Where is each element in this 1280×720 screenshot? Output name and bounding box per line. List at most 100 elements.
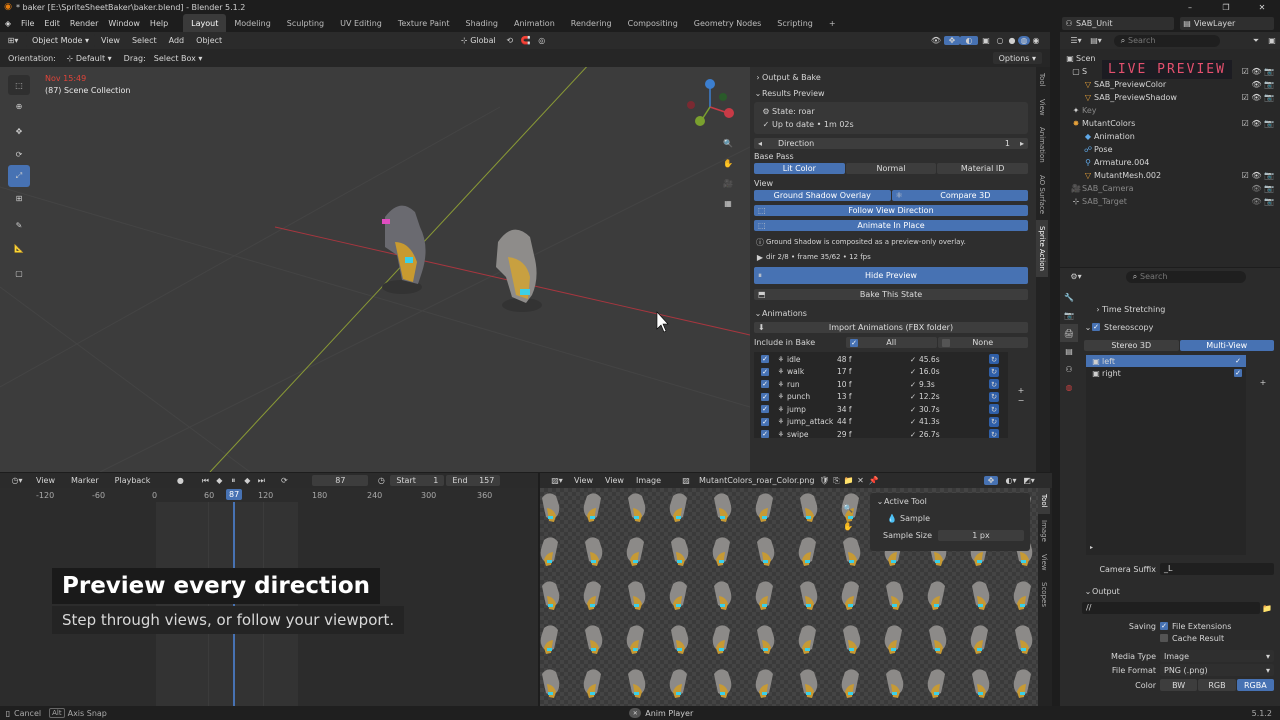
sample-size-field[interactable]: 1 px <box>938 529 1024 541</box>
drag-selector[interactable]: Select Box ▾ <box>150 52 207 64</box>
tree-item[interactable]: 🎥 SAB_Camera 👁 📷 <box>1060 182 1280 195</box>
sync-icon[interactable]: ⟳ <box>276 476 292 485</box>
hide-preview-button[interactable]: ⏸ Hide Preview <box>754 267 1028 284</box>
results-preview-header[interactable]: ⌄ Results Preview <box>750 86 1036 100</box>
mutant-character-preview[interactable] <box>496 229 542 312</box>
refresh-icon[interactable]: ↻ <box>989 391 999 402</box>
workspace-tab-animation[interactable]: Animation <box>506 14 563 32</box>
select-all-button[interactable]: ✓ All <box>846 337 937 348</box>
prev-keyframe-icon[interactable]: ◆ <box>212 476 226 485</box>
scene-selector[interactable]: ⚇ SAB_Unit <box>1062 17 1174 30</box>
tool-tab-icon[interactable]: 🔧 <box>1060 288 1078 306</box>
menu-edit[interactable]: Edit <box>39 19 65 28</box>
3d-viewport[interactable]: Nov 15:49 (87) Scene Collection ⬚ ⊕ ✥ ⟳ … <box>0 67 750 472</box>
timeline-editor-icon[interactable]: ◷▾ <box>6 476 28 485</box>
pause-playback-icon[interactable]: ⏸ <box>226 476 240 486</box>
workspace-tab-modeling[interactable]: Modeling <box>226 14 278 32</box>
list-item[interactable]: ✓ ⚘ punch 13 f ✓ 12.2s ↻ <box>754 391 1008 404</box>
list-item[interactable]: ✓ ⚘ idle 48 f ✓ 45.6s ↻ <box>754 353 1008 366</box>
editor-type-icon[interactable]: ⊞▾ <box>0 36 26 45</box>
close-player-icon[interactable]: ✕ <box>629 708 642 718</box>
next-keyframe-icon[interactable]: ◆ <box>240 476 254 485</box>
add-item-icon[interactable]: + <box>1016 385 1026 395</box>
include-checkbox[interactable]: ✓ <box>761 392 769 401</box>
outliner-editor-icon[interactable]: ☰▾ <box>1066 36 1086 45</box>
folder-icon[interactable]: 📁 <box>1260 604 1274 613</box>
tab-image[interactable]: Image <box>1038 514 1050 548</box>
solid-shading-icon[interactable]: ● <box>1006 36 1018 45</box>
arrow-right-icon[interactable]: ▸ <box>1020 139 1024 148</box>
view-enable-checkbox[interactable]: ✓ <box>1234 369 1242 377</box>
tree-item[interactable]: ▽ SAB_PreviewShadow ☑ 👁 📷 <box>1060 91 1280 104</box>
direction-stepper[interactable]: ◂ Direction 1 ▸ <box>754 138 1028 149</box>
list-item[interactable]: ✓ ⚘ jump_attack 44 f ✓ 41.3s ↻ <box>754 416 1008 429</box>
transform-tool-icon[interactable]: ⊞ <box>8 187 30 209</box>
view-layer-tab-icon[interactable]: ▤ <box>1060 342 1078 360</box>
workspace-tab-sculpting[interactable]: Sculpting <box>279 14 332 32</box>
pivot-icon[interactable]: ⟲ <box>502 36 518 45</box>
image-name-field[interactable]: MutantColors_roar_Color.png <box>695 476 818 485</box>
unlink-image-icon[interactable]: ✕ <box>854 476 866 485</box>
workspace-tab-rendering[interactable]: Rendering <box>563 14 620 32</box>
filter-icon[interactable]: ⏷ <box>1248 36 1264 46</box>
view-layer-selector[interactable]: ▤ ViewLayer <box>1180 17 1274 30</box>
stereoscopy-checkbox[interactable]: ✓ <box>1092 323 1100 331</box>
display-channels-icon[interactable]: ◩▾ <box>1020 476 1038 485</box>
fake-user-icon[interactable]: 🛡 <box>818 476 830 485</box>
view-enable-checkbox[interactable]: ✓ <box>1234 357 1242 365</box>
viewport-menu-view[interactable]: View <box>95 36 126 45</box>
viewport-menu-select[interactable]: Select <box>126 36 163 45</box>
menu-help[interactable]: Help <box>145 19 173 28</box>
refresh-icon[interactable]: ↻ <box>989 354 999 365</box>
mode-selector[interactable]: Object Mode ▾ <box>26 34 95 47</box>
start-frame-field[interactable]: Start 1 <box>390 475 445 486</box>
tree-item[interactable]: ☍ Pose <box>1060 143 1280 156</box>
refresh-icon[interactable]: ↻ <box>989 404 999 415</box>
minimize-button[interactable]: – <box>1172 3 1208 12</box>
properties-search[interactable]: ⌕ Search <box>1126 270 1246 283</box>
camera-view-icon[interactable]: 🎥 <box>720 173 736 193</box>
tab-scopes[interactable]: Scopes <box>1038 576 1050 613</box>
perspective-toggle-icon[interactable]: ▦ <box>720 193 736 213</box>
tree-item[interactable]: ▽ MutantMesh.002 ☑ 👁 📷 <box>1060 169 1280 182</box>
timeline-menu-marker[interactable]: Marker <box>63 476 107 485</box>
tree-item[interactable]: ◆ Animation <box>1060 130 1280 143</box>
list-item[interactable]: ▣ left ✓ <box>1086 355 1246 367</box>
list-item[interactable]: ✓ ⚘ walk 17 f ✓ 16.0s ↻ <box>754 366 1008 379</box>
tree-item[interactable]: ⊹ SAB_Target 👁 📷 <box>1060 195 1280 208</box>
mutant-character-front[interactable] <box>382 205 426 294</box>
animations-header[interactable]: ⌄ Animations <box>750 306 1036 320</box>
color-bw-option[interactable]: BW <box>1160 679 1198 691</box>
output-panel[interactable]: ⌄ Output <box>1082 584 1274 598</box>
zoom-icon[interactable]: 🔍 <box>840 499 856 517</box>
workspace-tab-uv-editing[interactable]: UV Editing <box>332 14 390 32</box>
overlay-icon[interactable]: ◐ <box>960 36 978 45</box>
tab-view[interactable]: View <box>1036 93 1048 122</box>
include-checkbox[interactable]: ✓ <box>761 430 769 438</box>
current-frame-indicator[interactable]: 87 <box>226 489 243 500</box>
timeline-menu-playback[interactable]: Playback <box>107 476 159 485</box>
menu-file[interactable]: File <box>16 19 39 28</box>
workspace-tab-geometry-nodes[interactable]: Geometry Nodes <box>686 14 769 32</box>
proportional-edit-icon[interactable]: ◎ <box>534 36 550 45</box>
select-none-button[interactable]: None <box>937 337 1028 348</box>
pan-icon[interactable]: ✋ <box>840 517 856 535</box>
list-item[interactable]: ✓ ⚘ run 10 f ✓ 9.3s ↻ <box>754 378 1008 391</box>
add-workspace-button[interactable]: + <box>821 14 844 32</box>
camera-suffix-input[interactable]: _L <box>1160 563 1274 575</box>
workspace-tab-texture-paint[interactable]: Texture Paint <box>390 14 458 32</box>
jump-end-icon[interactable]: ⏭ <box>254 476 268 486</box>
timeline-menu-view[interactable]: View <box>28 476 63 485</box>
refresh-icon[interactable]: ↻ <box>989 429 999 438</box>
refresh-icon[interactable]: ↻ <box>989 416 999 427</box>
tree-item[interactable]: ✸ MutantColors ☑ 👁 📷 <box>1060 117 1280 130</box>
options-button[interactable]: Options ▾ <box>992 52 1042 64</box>
select-tool-icon[interactable]: ⬚ <box>8 75 30 95</box>
wireframe-shading-icon[interactable]: ○ <box>994 36 1006 45</box>
xray-icon[interactable]: ▣ <box>978 36 994 45</box>
tree-item[interactable]: ✦ Key <box>1060 104 1280 117</box>
open-image-icon[interactable]: 📁 <box>842 476 854 485</box>
world-tab-icon[interactable]: ◍ <box>1060 378 1078 396</box>
include-checkbox[interactable]: ✓ <box>761 355 769 364</box>
workspace-tab-scripting[interactable]: Scripting <box>769 14 821 32</box>
